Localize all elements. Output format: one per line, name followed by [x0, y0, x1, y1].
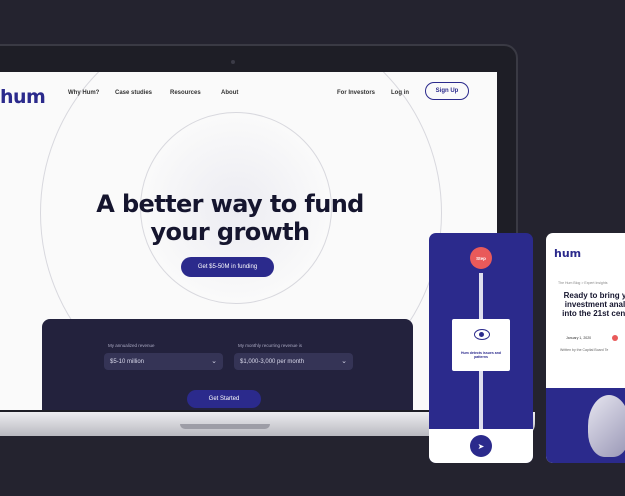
hum-logo[interactable]: hum — [554, 247, 581, 260]
nav-case-studies[interactable]: Case studies — [115, 90, 152, 96]
nav-why-hum[interactable]: Why Hum? — [68, 90, 99, 96]
top-nav: hum Why Hum? Case studies Resources Abou… — [0, 72, 497, 116]
funding-form: My annualized revenue $5-10 million ⌄ My… — [42, 319, 413, 410]
phone-mockup-2: hum The Hum Blog > Expert Insights Ready… — [546, 233, 625, 463]
chevron-down-icon: ⌄ — [341, 358, 347, 365]
revenue-label: My annualized revenue — [108, 343, 155, 348]
nav-login[interactable]: Log in — [391, 90, 409, 96]
headline-line-2: investment anal — [564, 300, 625, 309]
step-badge: Step — [470, 247, 492, 269]
laptop-notch — [180, 424, 270, 429]
nav-for-investors[interactable]: For Investors — [337, 90, 375, 96]
hero-heading: A better way to fund your growth — [90, 190, 370, 246]
breadcrumb[interactable]: The Hum Blog > Expert Insights — [558, 281, 608, 285]
insight-card: Hum detects issues and patterns — [452, 319, 510, 371]
hero-line-1: A better way to fund — [96, 190, 364, 218]
recurring-label: My monthly recurring revenue is — [238, 343, 303, 348]
eye-icon — [474, 329, 490, 340]
get-started-button[interactable]: Get Started — [187, 390, 261, 408]
robot-illustration — [588, 395, 625, 457]
nav-about[interactable]: About — [221, 90, 238, 96]
arrow-icon[interactable]: ➤ — [470, 435, 492, 457]
nav-resources[interactable]: Resources — [170, 90, 201, 96]
hero-line-2: your growth — [150, 218, 310, 246]
recurring-select-value: $1,000-3,000 per month — [240, 358, 305, 365]
article-author: Written by the Capital Board Te — [560, 348, 609, 352]
revenue-select[interactable]: $5-10 million ⌄ — [104, 353, 223, 370]
chevron-down-icon: ⌄ — [211, 358, 217, 365]
headline-line-1: Ready to bring y — [563, 291, 625, 300]
revenue-select-value: $5-10 million — [110, 358, 145, 365]
phone-mockup-1: Step Hum detects issues and patterns ➤ — [429, 233, 533, 463]
article-date: January 1, 2020 — [566, 336, 592, 340]
phone-bottom-bar: ➤ — [429, 429, 533, 463]
signup-button[interactable]: Sign Up — [425, 82, 469, 100]
hum-logo[interactable]: hum — [0, 86, 46, 108]
camera-dot — [231, 60, 235, 64]
headline-line-3: into the 21st cent — [562, 309, 625, 318]
recurring-select[interactable]: $1,000-3,000 per month ⌄ — [234, 353, 353, 370]
author-avatar — [612, 335, 618, 341]
insight-card-text: Hum detects issues and patterns — [460, 351, 502, 359]
article-headline: Ready to bring y investment anal into th… — [552, 291, 625, 318]
laptop-screen: hum Why Hum? Case studies Resources Abou… — [0, 72, 497, 410]
funding-cta-button[interactable]: Get $5-50M in funding — [181, 257, 274, 277]
